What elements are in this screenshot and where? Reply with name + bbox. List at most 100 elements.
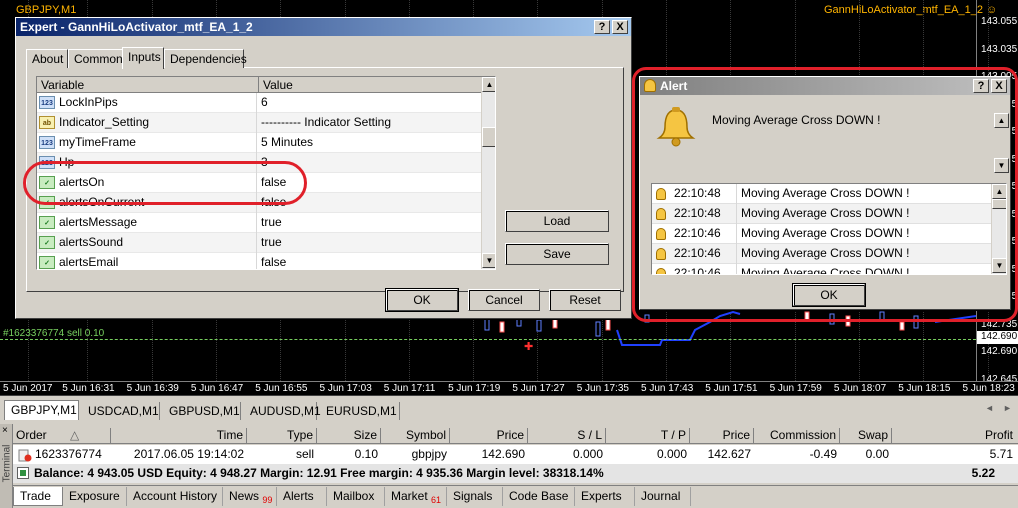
col-time[interactable]: Time <box>111 428 247 444</box>
terminal-tab-code-base[interactable]: Code Base <box>503 487 575 506</box>
tab-label: Signals <box>453 489 493 503</box>
time-tick: 5 Jun 17:59 <box>769 383 822 394</box>
bool-param-icon: ✓ <box>39 236 55 249</box>
tab-inputs[interactable]: Inputs <box>122 47 164 69</box>
col-price[interactable]: Price <box>450 428 528 444</box>
terminal-tab-exposure[interactable]: Exposure <box>63 487 127 506</box>
param-name: Indicator_Setting <box>59 113 257 133</box>
close-button[interactable]: X <box>612 20 628 34</box>
candle <box>536 319 542 332</box>
terminal-tab-news[interactable]: News 99 <box>223 487 277 506</box>
terminal-tab-market[interactable]: Market 61 <box>385 487 447 506</box>
param-value[interactable]: true <box>261 213 479 233</box>
string-param-icon: ab <box>39 116 55 129</box>
load-button[interactable]: Load <box>505 210 609 232</box>
current-price-marker: 142.690 <box>977 331 1018 344</box>
chart-tab-gbpjpy[interactable]: GBPJPY,M1 <box>4 400 79 420</box>
order-row[interactable]: 1623376774 2017.06.05 19:14:02 sell 0.10… <box>13 445 1018 464</box>
chart-tab-audusd[interactable]: AUDUSD,M1 <box>244 402 321 420</box>
col-tp[interactable]: T / P <box>606 428 690 444</box>
col-commission[interactable]: Commission <box>754 428 840 444</box>
tab-scroll-right-icon[interactable]: ► <box>1003 403 1012 413</box>
col-symbol[interactable]: Symbol <box>381 428 450 444</box>
order-line[interactable] <box>0 339 976 340</box>
col-sl[interactable]: S / L <box>528 428 606 444</box>
grid-row-alertsEmail[interactable]: ✓ alertsEmail false <box>37 253 481 269</box>
time-tick: 5 Jun 18:07 <box>833 383 887 394</box>
terminal-tab-trade[interactable]: Trade <box>13 487 63 506</box>
tab-about[interactable]: About <box>26 49 68 68</box>
terminal-tabs: Trade Exposure Account History News 99 Alert… <box>13 485 1018 507</box>
grid-scrollbar[interactable]: ▲ ▼ <box>481 77 495 269</box>
sort-asc-icon: △ <box>70 428 80 442</box>
time-tick: 5 Jun 17:03 <box>319 383 372 394</box>
grid-row-alertsSound[interactable]: ✓ alertsSound true <box>37 233 481 253</box>
terminal-tab-signals[interactable]: Signals <box>447 487 503 506</box>
param-value[interactable]: true <box>261 233 479 253</box>
param-name: alertsMessage <box>59 213 257 233</box>
sell-order-icon <box>18 449 32 462</box>
terminal-sidebar[interactable]: × Terminal <box>0 424 13 508</box>
expert-titlebar[interactable]: Expert - GannHiLoActivator_mtf_EA_1_2 ? … <box>16 18 631 36</box>
chart-tab-usdcad[interactable]: USDCAD,M1 <box>82 402 160 420</box>
terminal-tab-journal[interactable]: Journal <box>635 487 691 506</box>
terminal-tab-experts[interactable]: Experts <box>575 487 635 506</box>
time-tick: 5 Jun 18:15 <box>898 383 951 394</box>
tab-scroll-left-icon[interactable]: ◄ <box>985 403 994 413</box>
price-tick: 143.055 <box>981 16 1018 27</box>
order-swap: 0.00 <box>865 447 889 461</box>
chart-tab-gbpusd[interactable]: GBPUSD,M1 <box>163 402 241 420</box>
tab-label: Alerts <box>283 489 314 503</box>
col-order[interactable]: Order △ <box>13 428 111 444</box>
grid-row-Indicator_Setting[interactable]: ab Indicator_Setting ---------- Indicator … <box>37 113 481 133</box>
scroll-thumb[interactable] <box>482 127 495 147</box>
chart-tab-eurusd[interactable]: EURUSD,M1 <box>320 402 400 420</box>
tab-label: Market <box>391 489 428 503</box>
order-profit: 5.71 <box>989 447 1013 461</box>
col-size[interactable]: Size <box>317 428 381 444</box>
tab-label: Journal <box>641 489 681 503</box>
time-tick: 5 Jun 16:39 <box>126 383 179 394</box>
terminal-tab-account-history[interactable]: Account History <box>127 487 223 506</box>
param-value[interactable]: false <box>261 253 479 269</box>
order-current-price: 142.627 <box>707 447 751 461</box>
reset-button[interactable]: Reset <box>549 289 621 311</box>
scroll-up-arrow[interactable]: ▲ <box>482 77 495 92</box>
bool-param-icon: ✓ <box>39 216 55 229</box>
time-tick: 5 Jun 16:47 <box>190 383 244 394</box>
order-commission: -0.49 <box>809 447 837 461</box>
param-value[interactable]: 6 <box>261 93 479 113</box>
terminal-tab-mailbox[interactable]: Mailbox <box>327 487 385 506</box>
cancel-button[interactable]: Cancel <box>468 289 540 311</box>
param-name: LockInPips <box>59 93 257 113</box>
col-variable[interactable]: Variable <box>37 77 259 93</box>
ok-button[interactable]: OK <box>385 288 459 312</box>
param-value[interactable]: 5 Minutes <box>261 133 479 153</box>
bool-param-icon: ✓ <box>39 256 55 269</box>
param-value[interactable]: ---------- Indicator Setting <box>261 113 479 133</box>
help-button[interactable]: ? <box>594 20 610 34</box>
col-value[interactable]: Value <box>259 77 481 93</box>
grid-row-alertsMessage[interactable]: ✓ alertsMessage true <box>37 213 481 233</box>
time-tick: 5 Jun 17:27 <box>512 383 565 394</box>
candle <box>605 317 611 331</box>
col-profit[interactable]: Profit <box>892 428 1016 444</box>
col-swap[interactable]: Swap <box>840 428 892 444</box>
save-button[interactable]: Save <box>505 243 609 265</box>
expert-title: Expert - GannHiLoActivator_mtf_EA_1_2 <box>20 20 253 34</box>
grid-row-LockInPips[interactable]: 123 LockInPips 6 <box>37 93 481 113</box>
col-current-price[interactable]: Price <box>690 428 754 444</box>
tab-label: Code Base <box>509 489 569 503</box>
tab-dependencies[interactable]: Dependencies <box>164 49 247 68</box>
tab-label: Experts <box>581 489 622 503</box>
scroll-down-arrow[interactable]: ▼ <box>482 253 495 268</box>
col-type[interactable]: Type <box>247 428 317 444</box>
annotation-box-alert <box>632 67 1018 322</box>
terminal-tab-alerts[interactable]: Alerts <box>277 487 327 506</box>
terminal-close-icon[interactable]: × <box>2 426 8 436</box>
grid-row-myTimeFrame[interactable]: 123 myTimeFrame 5 Minutes <box>37 133 481 153</box>
tab-common[interactable]: Common <box>68 49 123 68</box>
tab-badge: 99 <box>262 495 273 505</box>
candle <box>595 321 601 337</box>
order-size: 0.10 <box>354 447 378 461</box>
